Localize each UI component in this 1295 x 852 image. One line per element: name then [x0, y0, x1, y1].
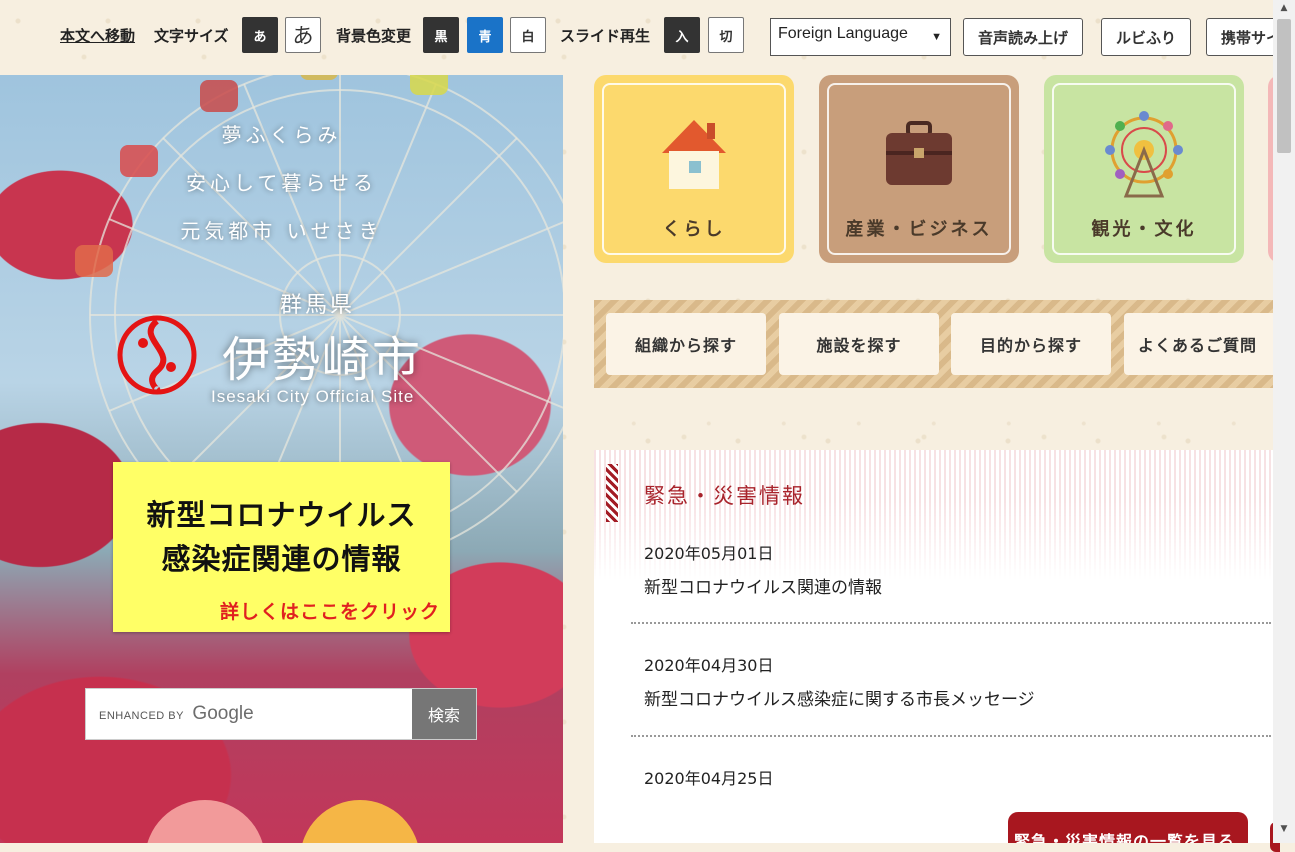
news-title-link[interactable]: 新型コロナウイルス感染症に関する市長メッセージ [644, 685, 1264, 710]
scrollbar-thumb[interactable] [1277, 19, 1291, 153]
tagline-line-3: 元気都市 いせさき [180, 219, 383, 243]
font-size-small-button[interactable]: あ [242, 17, 278, 53]
search-input[interactable]: ENHANCED BY Google [99, 703, 254, 725]
decorative-fan-right [300, 800, 420, 843]
house-icon [662, 120, 726, 189]
emergency-info-panel: 緊急・災害情報 2020年05月01日 新型コロナウイルス関連の情報 2020年… [594, 450, 1273, 843]
ferris-wheel-icon [1105, 111, 1183, 198]
font-size-label: 文字サイズ [154, 26, 229, 45]
language-select[interactable]: Foreign Language ▼ [770, 18, 951, 56]
category-label: 観光・文化 [1091, 219, 1197, 240]
news-date: 2020年04月25日 [644, 769, 774, 788]
search-placeholder-brand: Google [192, 703, 254, 724]
scroll-down-arrow-icon[interactable]: ▼ [1273, 824, 1295, 841]
news-title-link[interactable]: 新型コロナウイルス関連の情報 [644, 573, 1264, 598]
covid-banner-line-1: 新型コロナウイルス [146, 498, 417, 532]
divider [631, 735, 1271, 737]
city-subtitle: Isesaki City Official Site [211, 387, 415, 406]
mobile-site-button[interactable]: 携帯サイト [1206, 18, 1273, 56]
bg-black-button[interactable]: 黒 [423, 17, 459, 53]
covid-info-banner[interactable]: 新型コロナウイルス 感染症関連の情報 詳しくはここをクリック [113, 462, 450, 632]
covid-banner-line-2: 感染症関連の情報 [161, 542, 402, 576]
skip-to-content-link[interactable]: 本文へ移動 [60, 18, 135, 52]
news-item: 2020年05月01日 新型コロナウイルス関連の情報 [644, 540, 1264, 598]
slideshow-label: スライド再生 [560, 26, 651, 45]
news-item: 2020年04月30日 新型コロナウイルス感染症に関する市長メッセージ [644, 652, 1264, 710]
search-button[interactable]: 検索 [412, 689, 476, 739]
heading-marker [606, 464, 618, 522]
tagline-line-1: 夢ふくらみ [221, 123, 342, 147]
scroll-up-arrow-icon[interactable]: ▲ [1273, 3, 1295, 20]
prefecture-name: 群馬県 [280, 293, 356, 318]
language-select-value: Foreign Language [778, 25, 908, 42]
slideshow-off-button[interactable]: 切 [708, 17, 744, 53]
category-tile-tourism[interactable]: 観光・文化 [1044, 75, 1244, 263]
bg-blue-button[interactable]: 青 [467, 17, 503, 53]
search-placeholder-prefix: ENHANCED BY [99, 710, 184, 722]
font-size-large-button[interactable]: あ [285, 17, 321, 53]
accessibility-toolbar: 本文へ移動 文字サイズ あ あ 背景色変更 黒 青 白 スライド再生 入 切 F… [0, 0, 1273, 75]
briefcase-icon [886, 121, 952, 185]
city-name: 伊勢崎市 [222, 332, 423, 388]
emergency-list-button[interactable]: 緊急・災害情報の一覧を見る [1008, 812, 1248, 843]
tagline-line-2: 安心して暮らせる [186, 171, 377, 195]
decorative-fan-left [145, 800, 265, 843]
covid-banner-more-link[interactable]: 詳しくはここをクリック [220, 597, 440, 624]
emergency-heading: 緊急・災害情報 [644, 484, 805, 508]
ruby-button[interactable]: ルビふり [1101, 18, 1192, 56]
background-color-label: 背景色変更 [336, 26, 412, 45]
vertical-scrollbar[interactable]: ▲ ▼ [1273, 0, 1295, 843]
bg-white-button[interactable]: 白 [510, 17, 546, 53]
category-label: くらし [662, 219, 726, 240]
news-date: 2020年04月30日 [644, 656, 774, 675]
read-aloud-button[interactable]: 音声読み上げ [963, 18, 1084, 56]
city-emblem-icon [117, 315, 197, 395]
category-tile-business[interactable]: 産業・ビジネス [819, 75, 1019, 263]
search-by-navigation: 組織から探す 施設を探す 目的から探す よくあるご質問 [594, 300, 1287, 388]
slideshow-on-button[interactable]: 入 [664, 17, 700, 53]
news-date: 2020年05月01日 [644, 544, 774, 563]
site-search: ENHANCED BY Google 検索 [85, 688, 477, 740]
search-by-organization-button[interactable]: 組織から探す [606, 313, 766, 375]
dropdown-arrow-icon: ▼ [931, 31, 942, 43]
faq-button[interactable]: よくあるご質問 [1124, 313, 1287, 375]
category-tile-living[interactable]: くらし [594, 75, 794, 263]
search-facilities-button[interactable]: 施設を探す [779, 313, 939, 375]
divider [631, 622, 1271, 624]
search-by-purpose-button[interactable]: 目的から探す [951, 313, 1111, 375]
hero-image: 夢ふくらみ 安心して暮らせる 元気都市 いせさき 群馬県 伊勢崎市 Isesak… [0, 75, 563, 843]
news-item: 2020年04月25日 [644, 765, 1264, 789]
category-label: 産業・ビジネス [845, 219, 993, 240]
